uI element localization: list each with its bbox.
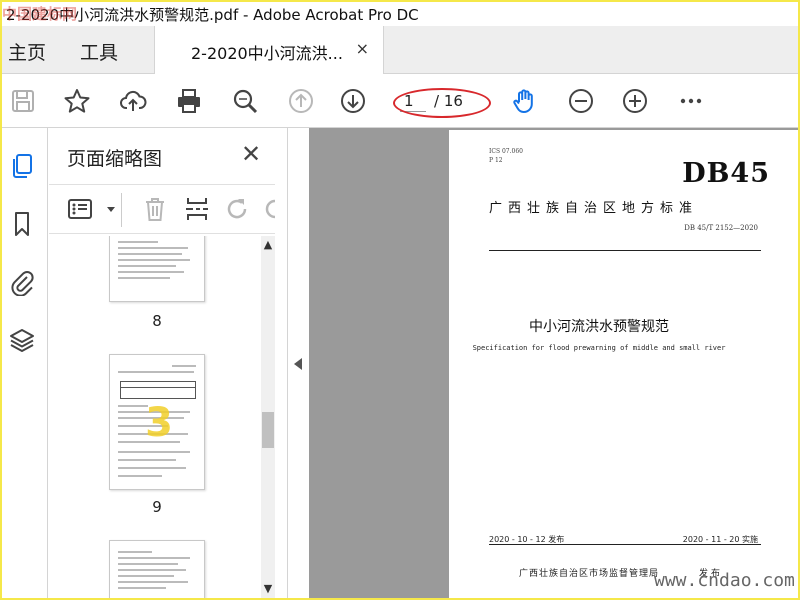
panel-title: 页面缩略图 xyxy=(67,148,163,170)
save-icon[interactable] xyxy=(8,86,38,116)
standard-code: DB45 xyxy=(682,158,770,189)
ics-code: ICS 07.060 xyxy=(489,148,523,155)
document-title-english: Specification for flood prewarning of mi… xyxy=(472,344,726,352)
thumbnail-list: 8 3 9 xyxy=(49,236,275,598)
chevron-down-icon[interactable] xyxy=(97,195,115,225)
panel-splitter[interactable] xyxy=(287,128,309,598)
tab-document-label: 2-2020中小河流洪... xyxy=(191,44,343,63)
thumbnail-highlight-mark: 3 xyxy=(145,400,173,446)
zoom-search-icon[interactable] xyxy=(230,86,260,116)
upload-icon[interactable] xyxy=(118,86,148,116)
scrollbar-thumb[interactable] xyxy=(262,412,274,448)
attachment-icon[interactable] xyxy=(8,268,38,298)
prev-page-icon[interactable] xyxy=(286,86,316,116)
thumbnail-page-8-number: 8 xyxy=(152,312,162,330)
collapse-panel-icon[interactable] xyxy=(294,358,302,370)
pages-icon[interactable] xyxy=(8,152,38,182)
title-bar: 2-2020中小河流洪水预警规范.pdf - Adobe Acrobat Pro… xyxy=(2,2,798,26)
issuer: 广西壮族自治区市场监督管理局 xyxy=(519,569,660,579)
page-thumbnails-panel: 页面缩略图 ✕ 8 3 9 ▲ ▼ xyxy=(49,128,287,598)
toolbar-divider xyxy=(121,193,122,227)
header-rule xyxy=(489,250,761,251)
thumbnail-page-8[interactable] xyxy=(109,236,205,302)
scroll-up-icon[interactable]: ▲ xyxy=(261,238,275,252)
zoom-in-icon[interactable] xyxy=(620,86,650,116)
hand-icon[interactable] xyxy=(510,86,540,116)
standard-type: 广西壮族自治区地方标准 xyxy=(489,201,699,216)
standard-number: DB 45/T 2152—2020 xyxy=(684,224,758,232)
footer-rule xyxy=(489,544,761,545)
classification-code: P 12 xyxy=(489,157,503,164)
star-icon[interactable] xyxy=(62,86,92,116)
rotate-icon[interactable] xyxy=(223,195,253,225)
thumbnail-toolbar xyxy=(49,184,275,234)
more-icon[interactable] xyxy=(676,86,706,116)
tab-tools[interactable]: 工具 xyxy=(80,38,118,65)
document-title: 中小河流洪水预警规范 xyxy=(529,319,669,335)
scroll-down-icon[interactable]: ▼ xyxy=(261,582,275,596)
next-page-icon[interactable] xyxy=(338,86,368,116)
thumbnail-scrollbar[interactable]: ▲ ▼ xyxy=(261,236,275,598)
options-menu-icon[interactable] xyxy=(67,195,97,225)
navigation-pane-strip xyxy=(2,128,48,598)
thumbnail-page-9-number: 9 xyxy=(152,498,162,516)
thumbnail-page-9[interactable]: 3 xyxy=(109,354,205,490)
watermark-bottom: www.cndao.com xyxy=(654,570,795,591)
pdf-page: ICS 07.060 P 12 DB45 广西壮族自治区地方标准 DB 45/T… xyxy=(449,130,798,598)
zoom-out-icon[interactable] xyxy=(566,86,596,116)
acrobat-window: 2-2020中小河流洪水预警规范.pdf - Adobe Acrobat Pro… xyxy=(2,2,798,598)
tab-document[interactable]: 2-2020中小河流洪... × xyxy=(154,26,384,75)
close-tab-icon[interactable]: × xyxy=(356,39,369,58)
layers-icon[interactable] xyxy=(8,326,38,356)
thumbnail-page-10[interactable] xyxy=(109,540,205,598)
print-icon[interactable] xyxy=(174,86,204,116)
page-number-highlight xyxy=(393,88,491,118)
tab-home[interactable]: 主页 xyxy=(8,38,46,65)
rotate-clockwise-icon[interactable] xyxy=(261,195,275,225)
delete-icon[interactable] xyxy=(141,195,171,225)
close-panel-icon[interactable]: ✕ xyxy=(241,140,261,168)
tab-bar: 主页 工具 2-2020中小河流洪... × xyxy=(2,26,798,75)
document-viewport[interactable]: ICS 07.060 P 12 DB45 广西壮族自治区地方标准 DB 45/T… xyxy=(309,128,798,598)
watermark-top: 中国建标网 xyxy=(2,5,78,23)
insert-page-icon[interactable] xyxy=(183,195,213,225)
bookmark-icon[interactable] xyxy=(8,210,38,240)
